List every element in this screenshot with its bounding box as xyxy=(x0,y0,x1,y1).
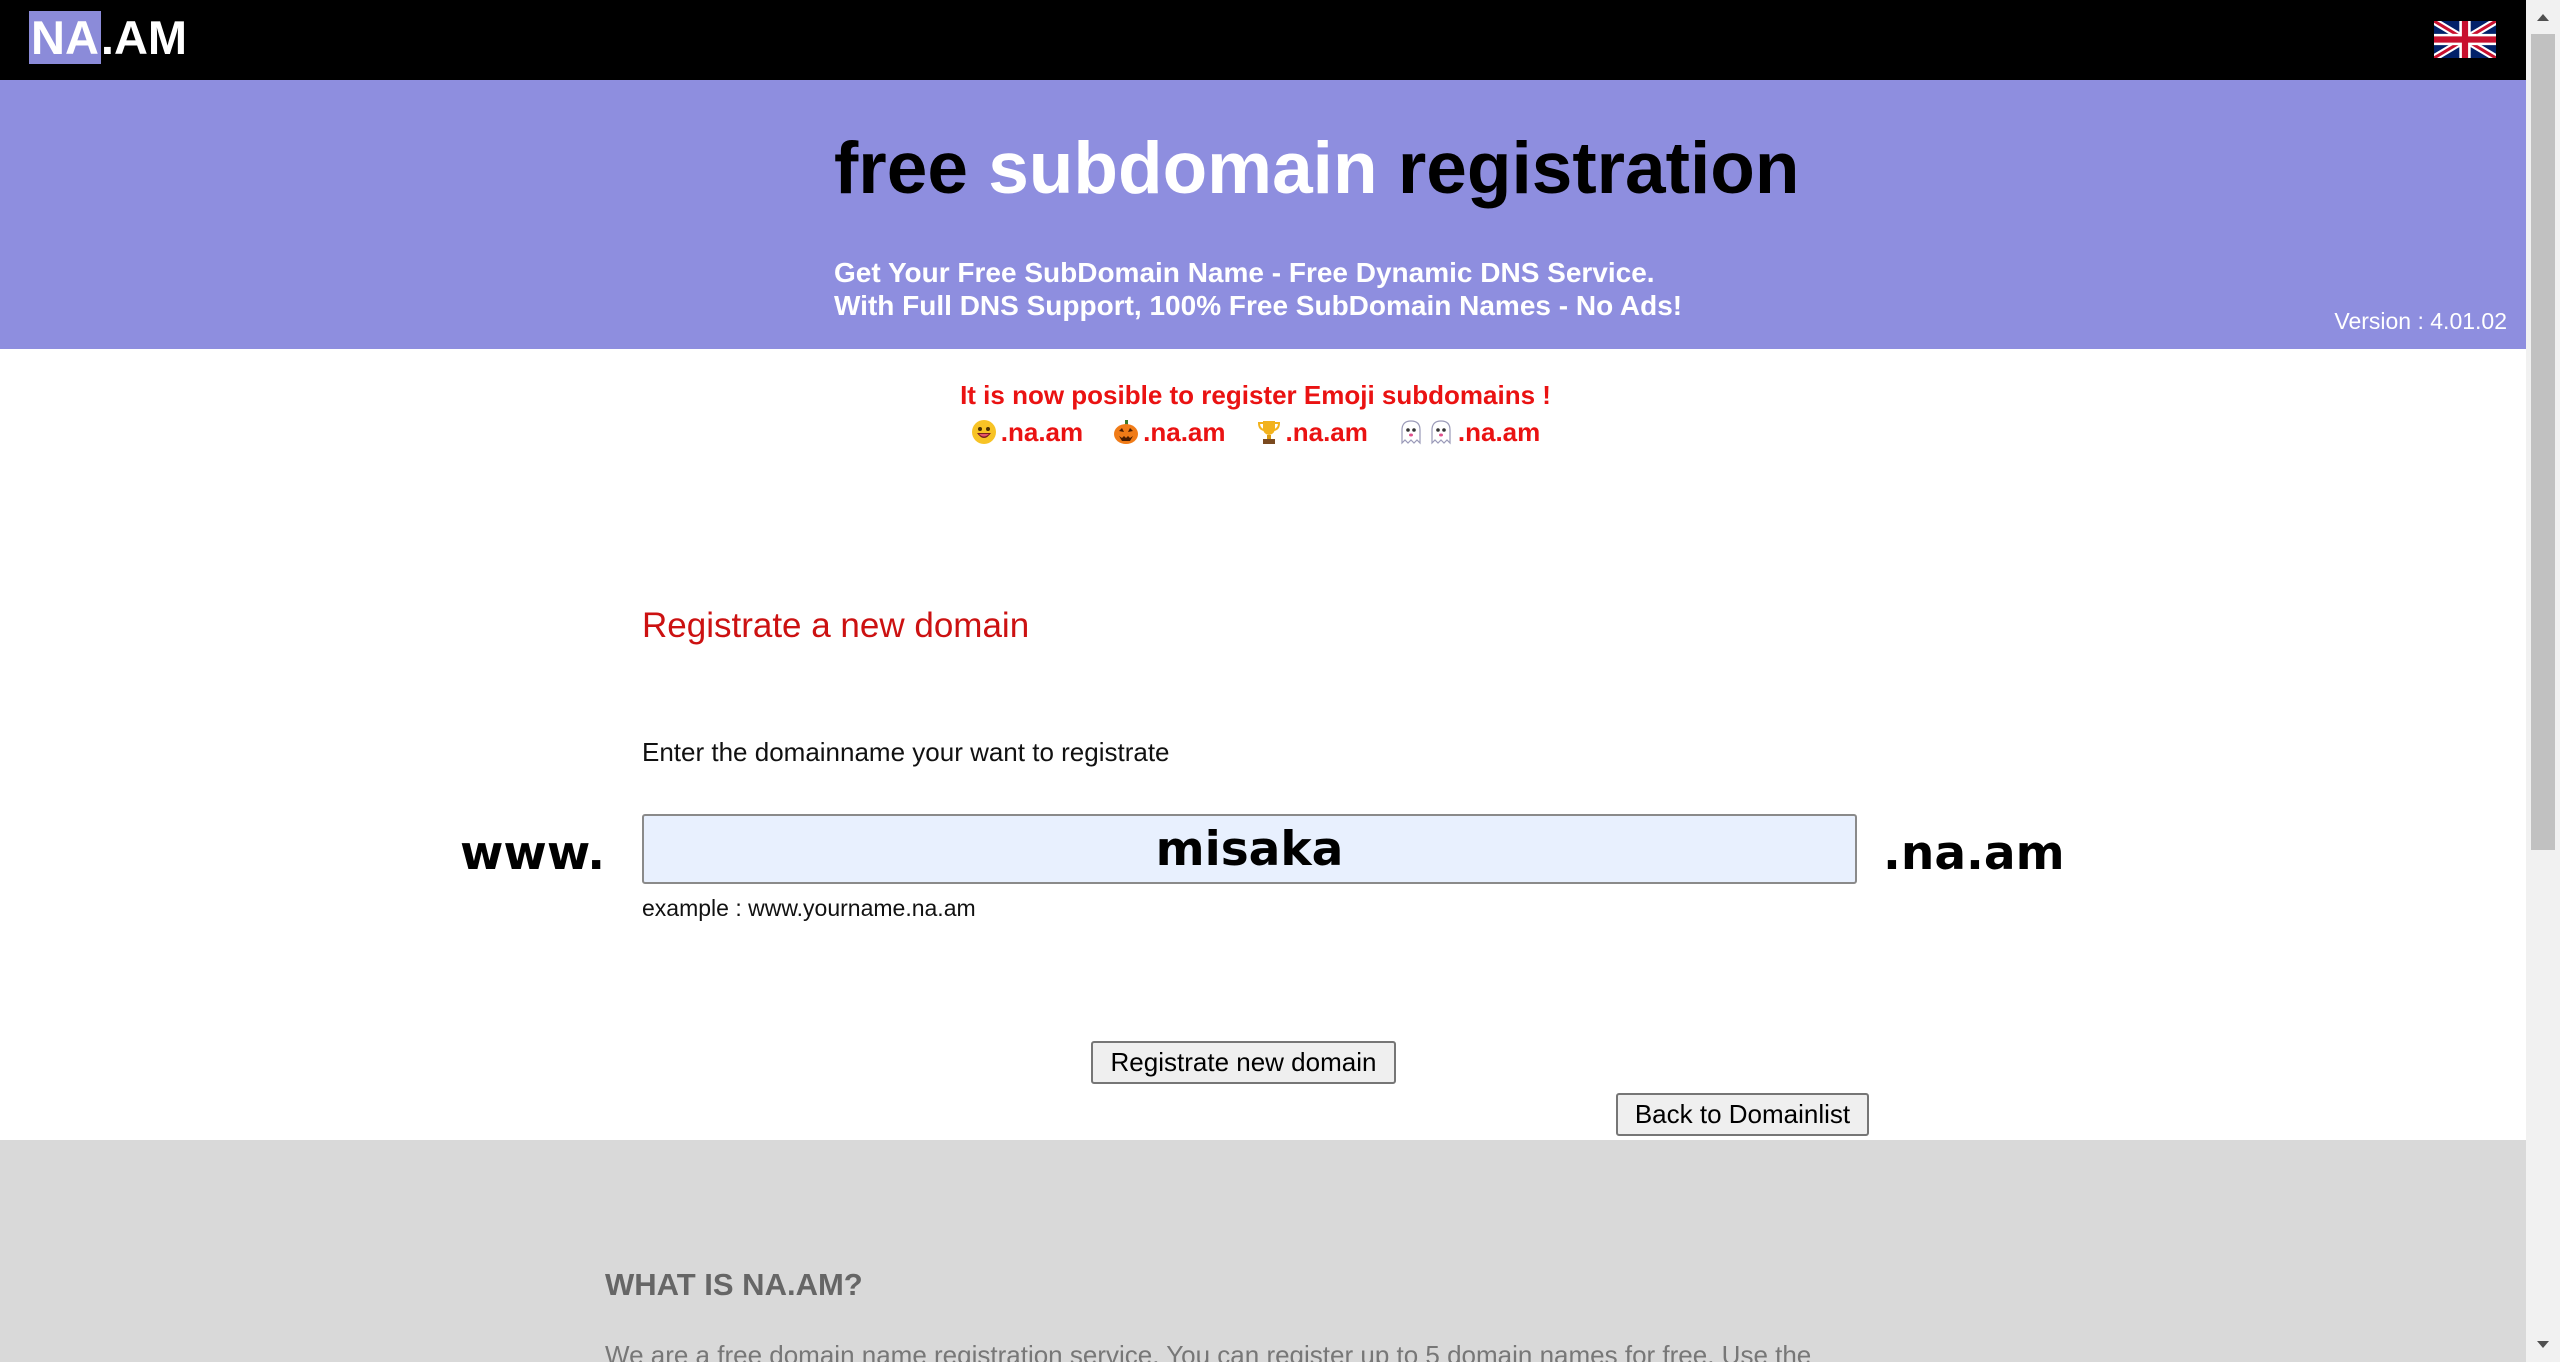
domain-prefix: www. xyxy=(460,826,606,881)
info-section: WHAT IS NA.AM? We are a free domain name… xyxy=(0,1140,2526,1362)
emoji-example: .na.am xyxy=(1398,416,1540,448)
emoji-examples: .na.am .na.am .na.am .na.am xyxy=(0,416,2526,448)
hero-subtitle-line1: Get Your Free SubDomain Name - Free Dyna… xyxy=(834,257,1655,288)
ghost-icon xyxy=(1401,420,1421,445)
grinning-face-icon xyxy=(971,420,996,444)
emoji-example: .na.am xyxy=(1256,416,1368,448)
emoji-example: .na.am xyxy=(971,416,1083,448)
emoji-notice: It is now posible to register Emoji subd… xyxy=(0,378,2526,448)
ghost-icon xyxy=(1431,420,1451,445)
domain-name-input[interactable] xyxy=(642,814,1857,884)
emoji-example: .na.am xyxy=(1113,416,1226,448)
hero-title-part3: registration xyxy=(1377,128,1800,209)
logo-rest: .AM xyxy=(100,11,188,64)
scroll-up-icon[interactable] xyxy=(2526,0,2560,34)
emoji-suffix: .na.am xyxy=(1143,417,1226,447)
scroll-down-icon[interactable] xyxy=(2526,1328,2560,1362)
emoji-suffix: .na.am xyxy=(1457,417,1541,447)
form-title: Registrate a new domain xyxy=(642,606,1030,645)
hero-subtitle-line2: With Full DNS Support, 100% Free SubDoma… xyxy=(834,290,1683,321)
domain-field-label: Enter the domainname your want to regist… xyxy=(642,737,1170,767)
logo-highlight: NA xyxy=(29,11,101,64)
hero-title: free subdomain registration xyxy=(834,124,1799,214)
domain-example-hint: example : www.yourname.na.am xyxy=(642,895,976,921)
top-bar: NA.AM xyxy=(0,0,2526,80)
scrollbar-thumb[interactable] xyxy=(2531,34,2555,850)
vertical-scrollbar[interactable] xyxy=(2526,0,2560,1362)
info-title: WHAT IS NA.AM? xyxy=(605,1267,863,1302)
domain-suffix: .na.am xyxy=(1883,826,2065,881)
hero-title-part2: subdomain xyxy=(988,128,1378,209)
emoji-suffix: .na.am xyxy=(1000,417,1084,447)
emoji-notice-title: It is now posible to register Emoji subd… xyxy=(960,380,1551,410)
register-domain-button[interactable]: Registrate new domain xyxy=(1091,1041,1396,1084)
back-to-domainlist-button[interactable]: Back to Domainlist xyxy=(1616,1093,1869,1136)
site-logo[interactable]: NA.AM xyxy=(29,8,187,68)
trophy-icon xyxy=(1257,421,1280,444)
info-text: We are a free domain name registration s… xyxy=(605,1340,1812,1362)
hero-title-part1: free xyxy=(834,128,989,209)
hero-subtitle: Get Your Free SubDomain Name - Free Dyna… xyxy=(834,256,1682,322)
jack-o-lantern-icon xyxy=(1114,420,1139,444)
emoji-suffix: .na.am xyxy=(1285,417,1368,447)
hero-banner: free subdomain registration Get Your Fre… xyxy=(0,80,2526,349)
uk-flag-icon[interactable] xyxy=(2434,21,2496,58)
version-label: Version : 4.01.02 xyxy=(2334,308,2507,334)
